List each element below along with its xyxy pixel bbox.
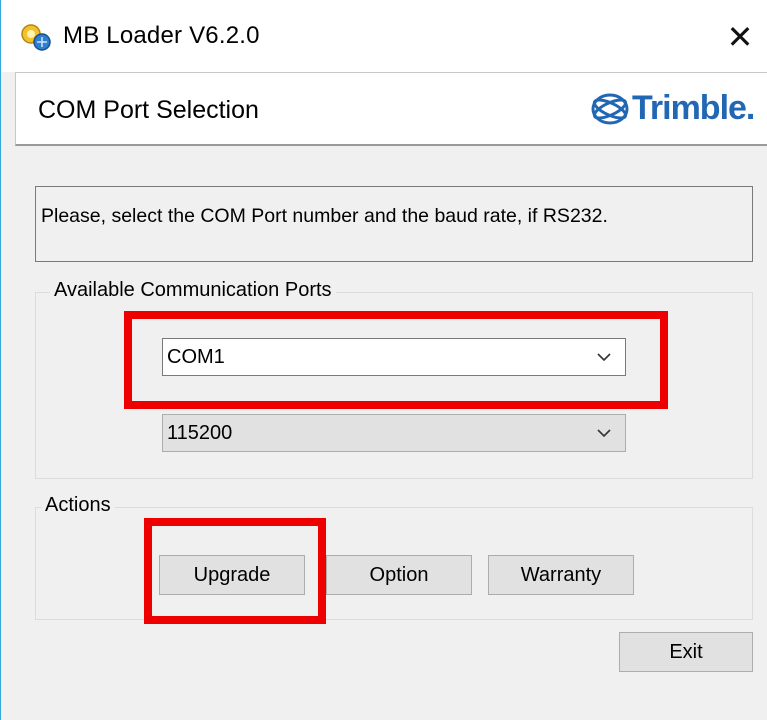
instruction-box: Please, select the COM Port number and t… [35,186,753,262]
ports-group-label: Available Communication Ports [50,279,336,302]
warranty-button[interactable]: Warranty [488,555,634,595]
brand-logo: Trimble. [584,87,767,133]
close-button[interactable]: ✕ [717,14,763,60]
chevron-down-icon [597,429,611,438]
app-icon [21,24,51,51]
title-bar[interactable]: MB Loader V6.2.0 ✕ [1,0,767,72]
brand-name: Trimble. [632,89,755,127]
exit-button[interactable]: Exit [619,632,753,672]
option-button[interactable]: Option [326,555,472,595]
page-title: COM Port Selection [38,96,259,124]
page-header: COM Port Selection Trimble. [15,72,767,146]
upgrade-button[interactable]: Upgrade [159,555,305,595]
com-port-value: COM1 [167,346,225,368]
ports-group: Available Communication Ports COM1 11520… [35,279,753,479]
close-icon: ✕ [726,19,754,55]
window-title: MB Loader V6.2.0 [63,22,260,49]
chevron-down-icon [597,353,611,362]
trimble-globe-icon [591,93,629,125]
baud-rate-value: 115200 [167,422,233,444]
instruction-text: Please, select the COM Port number and t… [41,205,608,227]
actions-group: Actions Upgrade Option Warranty [35,494,753,620]
actions-group-label: Actions [41,494,115,517]
com-port-select[interactable]: COM1 [162,338,626,376]
mb-loader-window: MB Loader V6.2.0 ✕ COM Port Selection Tr… [0,0,767,720]
baud-rate-select[interactable]: 115200 [162,414,626,452]
